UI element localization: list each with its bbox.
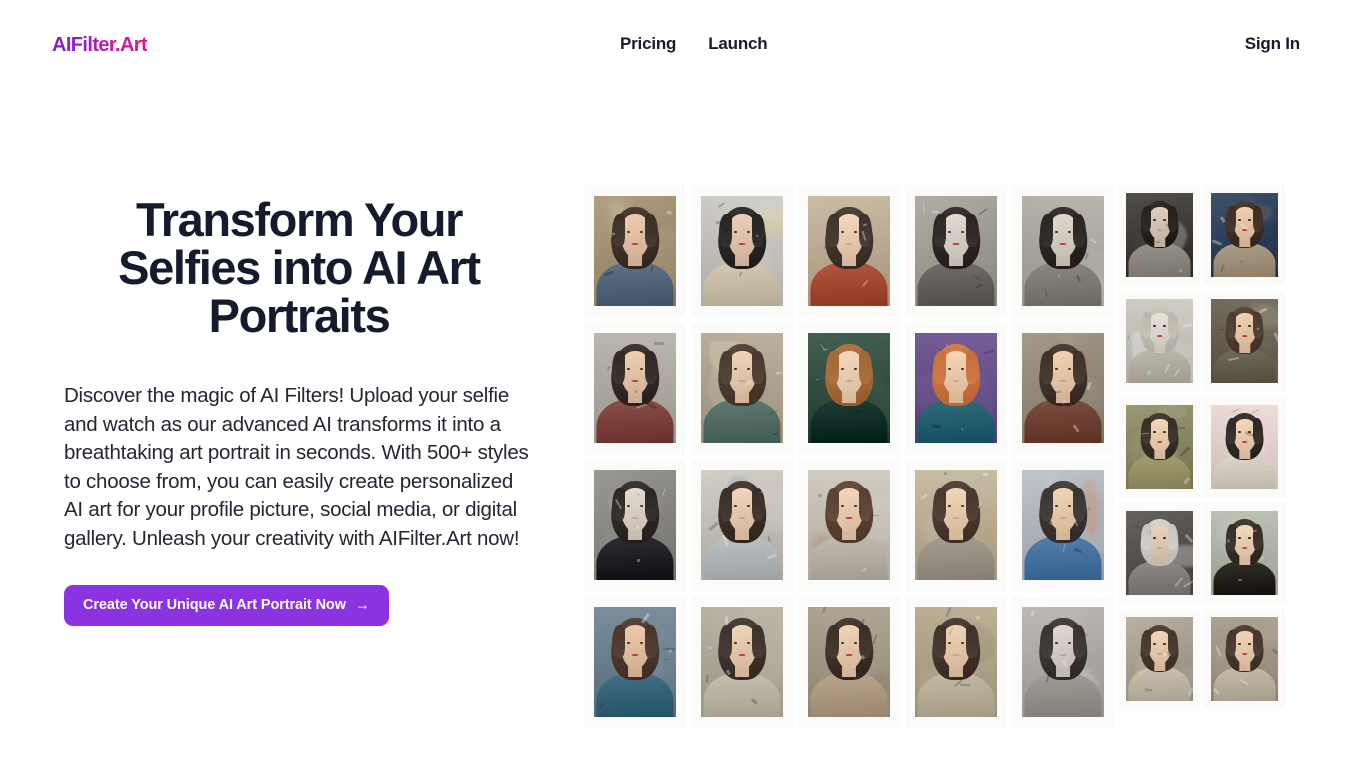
portrait-image (594, 607, 676, 717)
navbar-actions: Sign In (1245, 34, 1300, 54)
portrait-image (915, 607, 997, 717)
portrait-image (1211, 193, 1278, 277)
create-portrait-button[interactable]: Create Your Unique AI Art Portrait Now → (64, 585, 389, 626)
portrait-thumbnail[interactable] (1013, 460, 1113, 591)
gallery-column (906, 186, 1006, 734)
portrait-thumbnail[interactable] (585, 597, 685, 728)
portrait-image (1126, 193, 1193, 277)
nav-link-pricing[interactable]: Pricing (620, 34, 676, 54)
portrait-thumbnail[interactable] (692, 323, 792, 454)
portrait-thumbnail[interactable] (906, 460, 1006, 591)
portrait-thumbnail[interactable] (906, 323, 1006, 454)
navbar: AIFilter.Art Pricing Launch Sign In (0, 0, 1360, 92)
portrait-thumbnail[interactable] (1013, 323, 1113, 454)
portrait-thumbnail[interactable] (692, 597, 792, 728)
portrait-thumbnail[interactable] (1119, 186, 1200, 285)
portrait-thumbnail[interactable] (799, 597, 899, 728)
nav-link-launch[interactable]: Launch (708, 34, 767, 54)
portrait-thumbnail[interactable] (585, 186, 685, 317)
portrait-thumbnail[interactable] (799, 323, 899, 454)
portrait-image (701, 196, 783, 306)
primary-navigation: Pricing Launch (620, 34, 767, 54)
portrait-image (915, 196, 997, 306)
hero-copy: Transform Your Selfies into AI Art Portr… (64, 196, 534, 626)
gallery-column (1204, 186, 1285, 716)
portrait-thumbnail[interactable] (799, 460, 899, 591)
brand-logo[interactable]: AIFilter.Art (52, 34, 147, 57)
portrait-image (808, 470, 890, 580)
portrait-thumbnail[interactable] (1013, 597, 1113, 728)
portrait-image (594, 470, 676, 580)
portrait-image (808, 607, 890, 717)
portrait-image (701, 470, 783, 580)
portrait-image (1022, 196, 1104, 306)
portrait-image (1126, 405, 1193, 489)
portrait-image (594, 333, 676, 443)
portrait-thumbnail[interactable] (692, 186, 792, 317)
portrait-image (1211, 617, 1278, 701)
portrait-image (1126, 299, 1193, 383)
gallery-column (1119, 186, 1200, 716)
sign-in-link[interactable]: Sign In (1245, 34, 1300, 53)
portrait-image (1022, 470, 1104, 580)
portrait-image (594, 196, 676, 306)
portrait-thumbnail[interactable] (692, 460, 792, 591)
portrait-thumbnail[interactable] (1204, 610, 1285, 709)
portrait-thumbnail[interactable] (1204, 504, 1285, 603)
portrait-image (1211, 511, 1278, 595)
gallery-column (799, 186, 899, 734)
portrait-image (1022, 607, 1104, 717)
portrait-image (1211, 299, 1278, 383)
cta-label: Create Your Unique AI Art Portrait Now (83, 597, 346, 613)
portrait-thumbnail[interactable] (1119, 504, 1200, 603)
gallery-column (692, 186, 792, 734)
portrait-thumbnail[interactable] (1013, 186, 1113, 317)
portrait-gallery (585, 186, 1285, 714)
portrait-thumbnail[interactable] (1204, 398, 1285, 497)
gallery-column (1013, 186, 1113, 734)
portrait-thumbnail[interactable] (1119, 398, 1200, 497)
portrait-image (701, 607, 783, 717)
portrait-thumbnail[interactable] (799, 186, 899, 317)
portrait-thumbnail[interactable] (1204, 292, 1285, 391)
arrow-right-icon: → (355, 598, 370, 613)
portrait-image (1126, 617, 1193, 701)
cta-container: Create Your Unique AI Art Portrait Now → (64, 585, 534, 626)
portrait-thumbnail[interactable] (1204, 186, 1285, 285)
portrait-image (701, 333, 783, 443)
portrait-thumbnail[interactable] (1119, 292, 1200, 391)
portrait-image (808, 333, 890, 443)
portrait-image (1126, 511, 1193, 595)
portrait-thumbnail[interactable] (906, 597, 1006, 728)
portrait-image (915, 333, 997, 443)
hero-description: Discover the magic of AI Filters! Upload… (64, 382, 534, 554)
portrait-thumbnail[interactable] (1119, 610, 1200, 709)
portrait-image (1211, 405, 1278, 489)
gallery-column (585, 186, 685, 734)
portrait-image (915, 470, 997, 580)
page-title: Transform Your Selfies into AI Art Portr… (101, 196, 497, 340)
portrait-image (808, 196, 890, 306)
portrait-thumbnail[interactable] (906, 186, 1006, 317)
portrait-thumbnail[interactable] (585, 323, 685, 454)
portrait-image (1022, 333, 1104, 443)
portrait-thumbnail[interactable] (585, 460, 685, 591)
